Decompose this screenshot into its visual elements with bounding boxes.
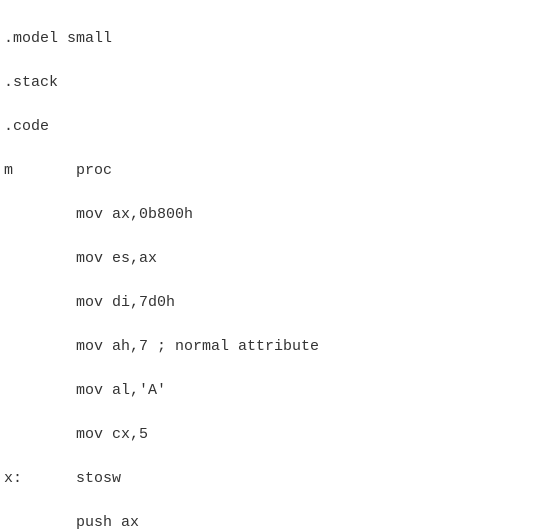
code-line: .model small	[4, 28, 554, 50]
code-line: .code	[4, 116, 554, 138]
code-line: x: stosw	[4, 468, 554, 490]
code-line: mov ax,0b800h	[4, 204, 554, 226]
code-line: m proc	[4, 160, 554, 182]
assembly-code-block: .model small .stack .code m proc mov ax,…	[0, 0, 558, 532]
code-line: .stack	[4, 72, 554, 94]
code-line: mov cx,5	[4, 424, 554, 446]
code-line: mov ah,7 ; normal attribute	[4, 336, 554, 358]
code-line: mov es,ax	[4, 248, 554, 270]
code-line: mov di,7d0h	[4, 292, 554, 314]
code-line: mov al,'A'	[4, 380, 554, 402]
code-line: push ax	[4, 512, 554, 532]
